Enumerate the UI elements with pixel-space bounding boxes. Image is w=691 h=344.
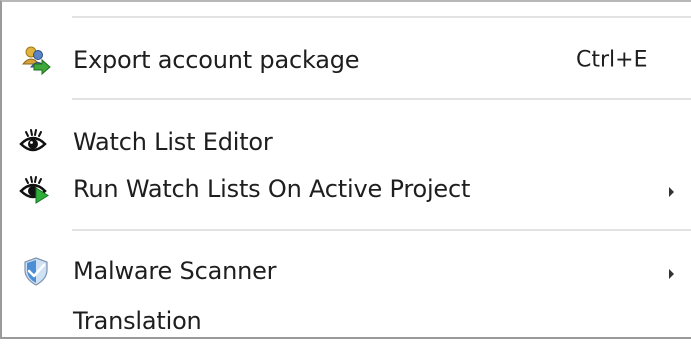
menu-item-watch-list-editor[interactable]: Watch List Editor: [2, 119, 691, 165]
submenu-arrow-icon: [668, 183, 676, 197]
shortcut-label: Ctrl+E: [576, 47, 648, 73]
shield-icon: [18, 255, 54, 287]
export-package-icon: [18, 44, 54, 76]
menu-item-label: Run Watch Lists On Active Project: [73, 175, 471, 203]
menu-item-label: Export account package: [73, 46, 360, 74]
eye-icon: [18, 126, 54, 158]
menu-item-malware-scanner[interactable]: Malware Scanner: [2, 248, 691, 294]
menu-item-label: Malware Scanner: [73, 257, 277, 285]
menu-item-label: Watch List Editor: [73, 128, 273, 156]
menu-item-run-watch-lists[interactable]: Run Watch Lists On Active Project: [2, 166, 691, 212]
menu-item-label: Translation: [73, 307, 202, 335]
menu-item-translation[interactable]: Translation: [2, 298, 691, 344]
submenu-arrow-icon: [668, 265, 676, 279]
menu-item-export-account-package[interactable]: Export account package Ctrl+E: [2, 37, 691, 83]
context-menu: Export account package Ctrl+E Watch List…: [0, 0, 691, 339]
menu-separator: [72, 98, 691, 100]
eye-run-icon: [18, 173, 54, 205]
menu-separator: [72, 16, 691, 18]
menu-separator: [72, 229, 691, 231]
